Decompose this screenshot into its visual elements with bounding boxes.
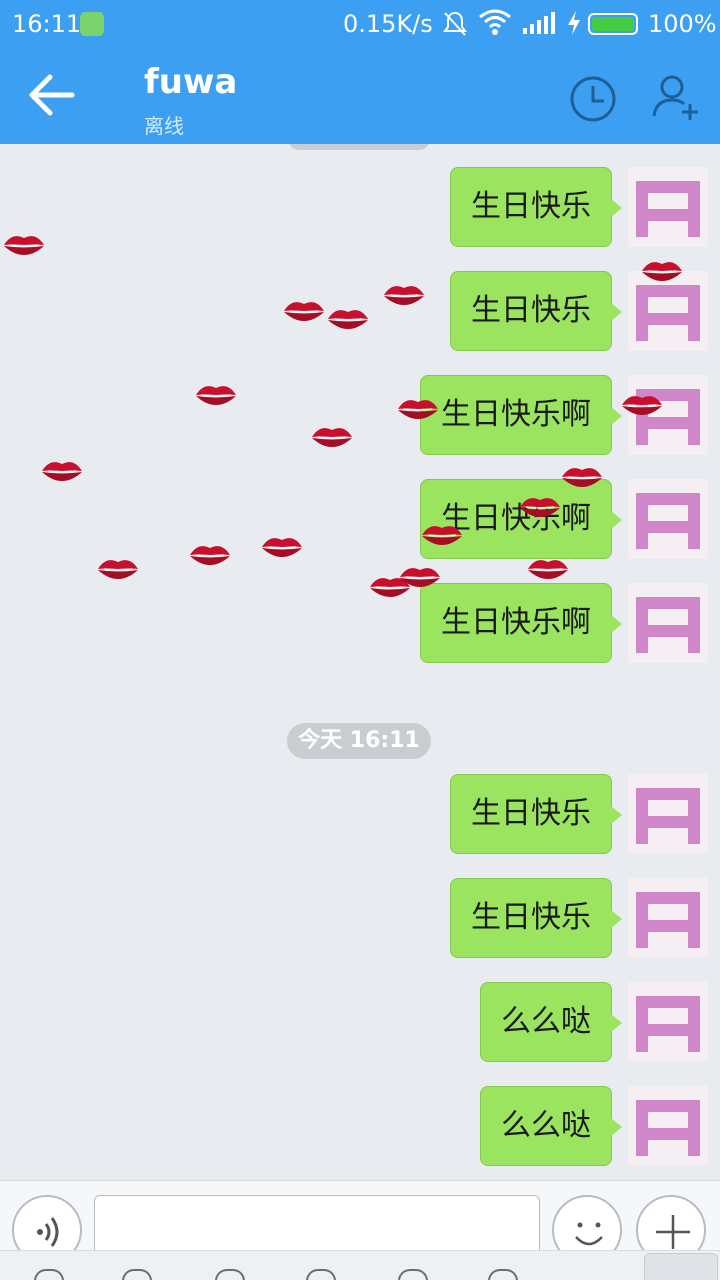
mute-bell-icon — [443, 11, 467, 36]
kiss-lips-icon — [520, 498, 560, 517]
kiss-lips-icon — [400, 568, 440, 587]
message-bubble[interactable]: 生日快乐啊 — [420, 583, 622, 663]
battery-percentage: 100% — [648, 10, 717, 38]
timestamp-divider: 今天 16:11 — [287, 723, 431, 759]
toolbar-gift-icon[interactable] — [398, 1269, 428, 1280]
toolbar-keyboard-icon[interactable] — [122, 1269, 152, 1280]
avatar[interactable] — [628, 583, 708, 663]
input-bar — [0, 1180, 720, 1265]
status-bar: 16:11 0.15K/s 100% — [0, 0, 720, 48]
message-bubble[interactable]: 么么哒 — [480, 1086, 622, 1166]
kiss-lips-icon — [562, 468, 602, 487]
avatar[interactable] — [628, 1086, 708, 1166]
message-item[interactable]: 生日快乐啊 — [420, 583, 708, 663]
kiss-lips-icon — [312, 428, 352, 447]
message-bubble[interactable]: 生日快乐 — [450, 167, 622, 247]
message-bubble[interactable]: 生日快乐 — [450, 271, 622, 351]
kiss-lips-icon — [98, 560, 138, 579]
message-bubble[interactable]: 生日快乐 — [450, 774, 622, 854]
kiss-lips-icon — [328, 310, 368, 329]
toolbar-grid-icon[interactable] — [34, 1269, 64, 1280]
charging-icon — [568, 11, 580, 35]
kiss-lips-icon — [384, 286, 424, 305]
signal-icon — [523, 12, 555, 34]
network-speed: 0.15K/s — [343, 10, 433, 38]
message-item[interactable]: 么么哒 — [480, 1086, 708, 1166]
kiss-lips-icon — [196, 386, 236, 405]
message-list[interactable]: 生日快乐 生日快乐 生日快乐啊 生日快乐啊 生日快乐啊 今天 16:11 生日快… — [0, 144, 720, 1180]
message-bubble[interactable]: 么么哒 — [480, 982, 622, 1062]
toolbar-search-icon[interactable] — [488, 1269, 518, 1280]
history-clock-icon[interactable] — [568, 74, 618, 124]
kiss-lips-icon — [642, 262, 682, 281]
avatar[interactable] — [628, 982, 708, 1062]
message-bubble[interactable]: 生日快乐 — [450, 878, 622, 958]
kiss-lips-icon — [398, 400, 438, 419]
kiss-lips-icon — [622, 396, 662, 415]
battery-icon — [588, 13, 638, 35]
kiss-lips-icon — [422, 526, 462, 545]
kiss-lips-icon — [262, 538, 302, 557]
message-item[interactable]: 生日快乐 — [450, 167, 708, 247]
kiss-lips-icon — [528, 560, 568, 579]
avatar[interactable] — [628, 774, 708, 854]
avatar[interactable] — [628, 167, 708, 247]
toolbar-text-icon[interactable] — [306, 1269, 336, 1280]
panel-toolbar — [0, 1250, 720, 1280]
chat-header: fuwa 离线 — [0, 48, 720, 144]
add-friend-icon[interactable] — [650, 72, 702, 122]
message-item[interactable]: 生日快乐 — [450, 878, 708, 958]
chat-screen: 16:11 0.15K/s 100% fuwa 离线 生日快乐 生日快乐 生日快… — [0, 0, 720, 1280]
back-arrow-icon[interactable] — [22, 70, 82, 120]
toolbar-emoji-icon[interactable] — [215, 1269, 245, 1280]
message-bubble[interactable]: 生日快乐啊 — [420, 375, 622, 455]
app-notification-icon — [80, 12, 104, 36]
timestamp-divider-partial — [288, 144, 430, 150]
message-item[interactable]: 么么哒 — [480, 982, 708, 1062]
avatar[interactable] — [628, 878, 708, 958]
message-item[interactable]: 生日快乐 — [450, 774, 708, 854]
kiss-lips-icon — [42, 462, 82, 481]
kiss-lips-icon — [4, 236, 44, 255]
avatar[interactable] — [628, 479, 708, 559]
toolbar-send-tab[interactable] — [644, 1253, 718, 1280]
kiss-lips-icon — [284, 302, 324, 321]
contact-status: 离线 — [144, 114, 184, 138]
message-item[interactable]: 生日快乐啊 — [420, 375, 708, 455]
status-time: 16:11 — [12, 10, 82, 38]
kiss-lips-icon — [190, 546, 230, 565]
contact-name: fuwa — [144, 62, 238, 102]
wifi-icon — [479, 9, 511, 35]
